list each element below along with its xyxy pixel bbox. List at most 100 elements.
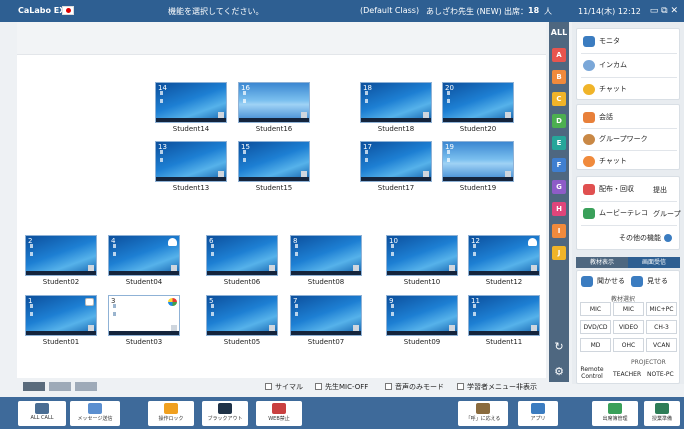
toolbar-button[interactable]: ALL CALL bbox=[18, 401, 66, 426]
student-screen-thumbnail[interactable]: 20 bbox=[442, 82, 514, 123]
student-seat[interactable]: 20 Student20 bbox=[442, 82, 518, 133]
student-name: Student13 bbox=[172, 184, 210, 192]
option-teacher-mic-off[interactable]: 先生MIC-OFF bbox=[315, 382, 368, 392]
student-seat[interactable]: 17 Student17 bbox=[360, 141, 436, 192]
student-seat[interactable]: 18 Student18 bbox=[360, 82, 436, 133]
movie-button[interactable]: ムービーテレコ bbox=[583, 205, 648, 221]
show-button[interactable]: 見せる bbox=[631, 273, 668, 289]
group-work-button[interactable]: グループワーク bbox=[583, 131, 648, 147]
group-tab-h[interactable]: H bbox=[552, 202, 566, 216]
group-tab-f[interactable]: F bbox=[552, 158, 566, 172]
group-tab-a[interactable]: A bbox=[552, 48, 566, 62]
toolbar-button[interactable]: WEB禁止 bbox=[256, 401, 302, 426]
toolbar-button[interactable]: 操作ロック bbox=[148, 401, 194, 426]
window-controls[interactable]: ▭ ⧉ ✕ bbox=[650, 6, 678, 16]
student-screen-thumbnail[interactable]: 3 bbox=[108, 295, 180, 336]
projector-teacher-button[interactable]: TEACHER bbox=[613, 371, 641, 378]
refresh-icon[interactable]: ↻ bbox=[552, 340, 566, 354]
student-seat[interactable]: 13 Student13 bbox=[155, 141, 231, 192]
student-screen-thumbnail[interactable]: 13 bbox=[155, 141, 227, 182]
group-tab-d[interactable]: D bbox=[552, 114, 566, 128]
student-screen-thumbnail[interactable]: 7 bbox=[290, 295, 362, 336]
student-seat[interactable]: 6 Student06 bbox=[206, 235, 282, 286]
group-tab-all[interactable]: ALL bbox=[550, 26, 568, 40]
student-screen-thumbnail[interactable]: 12 bbox=[468, 235, 540, 276]
remote-control-button[interactable]: Remote Control bbox=[579, 366, 605, 380]
intercom-button[interactable]: インカム bbox=[583, 57, 627, 73]
student-seat[interactable]: 2 Student02 bbox=[25, 235, 101, 286]
projector-notepc-button[interactable]: NOTE-PC bbox=[647, 371, 674, 378]
student-seat[interactable]: 16 Student16 bbox=[238, 82, 314, 133]
submit-button[interactable]: 提出 bbox=[653, 185, 667, 195]
chat-button[interactable]: チャット bbox=[583, 81, 627, 97]
group-tab-i[interactable]: I bbox=[552, 224, 566, 238]
tab-screen-receive[interactable]: 画面受信 bbox=[628, 257, 680, 268]
student-screen-thumbnail[interactable]: 18 bbox=[360, 82, 432, 123]
other-functions-button[interactable]: その他の機能 bbox=[619, 233, 672, 243]
group-tab-b[interactable]: B bbox=[552, 70, 566, 84]
group-tab-c[interactable]: C bbox=[552, 92, 566, 106]
student-screen-thumbnail[interactable]: 6 bbox=[206, 235, 278, 276]
group-chat-button[interactable]: チャット bbox=[583, 153, 627, 169]
japan-flag-icon[interactable] bbox=[62, 6, 74, 15]
toolbar-button[interactable]: 授業準備 bbox=[644, 401, 680, 426]
student-seat[interactable]: 14 Student14 bbox=[155, 82, 231, 133]
student-seat[interactable]: 12 Student12 bbox=[468, 235, 544, 286]
layout-detail-tab[interactable] bbox=[75, 382, 97, 391]
layout-list-tab[interactable] bbox=[49, 382, 71, 391]
student-screen-thumbnail[interactable]: 16 bbox=[238, 82, 310, 123]
student-screen-thumbnail[interactable]: 17 bbox=[360, 141, 432, 182]
option-hide-learner-menu[interactable]: 学習者メニュー非表示 bbox=[457, 382, 537, 392]
source-button[interactable]: VCAN bbox=[646, 338, 677, 352]
student-seat[interactable]: 15 Student15 bbox=[238, 141, 314, 192]
source-button[interactable]: MIC bbox=[613, 302, 644, 316]
student-screen-thumbnail[interactable]: 15 bbox=[238, 141, 310, 182]
group-tab-e[interactable]: E bbox=[552, 136, 566, 150]
toolbar-button[interactable]: 「呼」に応える bbox=[458, 401, 508, 426]
student-seat[interactable]: 9 Student09 bbox=[386, 295, 462, 346]
source-button[interactable]: VIDEO bbox=[613, 320, 644, 334]
source-button[interactable]: MIC bbox=[580, 302, 611, 316]
student-screen-thumbnail[interactable]: 1 bbox=[25, 295, 97, 336]
student-screen-thumbnail[interactable]: 9 bbox=[386, 295, 458, 336]
toolbar-button[interactable]: 出席簿管理 bbox=[592, 401, 638, 426]
student-seat[interactable]: 11 Student11 bbox=[468, 295, 544, 346]
gear-icon[interactable]: ⚙ bbox=[552, 365, 566, 379]
student-seat[interactable]: 3 Student03 bbox=[108, 295, 184, 346]
student-seat[interactable]: 19 Student19 bbox=[442, 141, 518, 192]
student-seat[interactable]: 1 Student01 bbox=[25, 295, 101, 346]
toolbar-button[interactable]: ブラックアウト bbox=[202, 401, 248, 426]
student-seat[interactable]: 8 Student08 bbox=[290, 235, 366, 286]
source-button[interactable]: DVD/CD bbox=[580, 320, 611, 334]
student-seat[interactable]: 10 Student10 bbox=[386, 235, 462, 286]
group-tab-j[interactable]: J bbox=[552, 246, 566, 260]
layout-grid-tab[interactable] bbox=[23, 382, 45, 391]
student-screen-thumbnail[interactable]: 5 bbox=[206, 295, 278, 336]
listen-button[interactable]: 聞かせる bbox=[581, 273, 625, 289]
attendance-icon bbox=[608, 403, 622, 414]
source-button[interactable]: OHC bbox=[613, 338, 644, 352]
student-screen-thumbnail[interactable]: 2 bbox=[25, 235, 97, 276]
meeting-button[interactable]: 会話 bbox=[583, 109, 613, 125]
option-simul[interactable]: サイマル bbox=[265, 382, 303, 392]
student-screen-thumbnail[interactable]: 8 bbox=[290, 235, 362, 276]
distribute-button[interactable]: 配布・回収 bbox=[583, 181, 634, 197]
student-seat[interactable]: 4 Student04 bbox=[108, 235, 184, 286]
tab-material[interactable]: 教材表示 bbox=[576, 257, 628, 268]
monitor-button[interactable]: モニタ bbox=[583, 33, 620, 49]
toolbar-button[interactable]: メッセージ送信 bbox=[70, 401, 120, 426]
student-screen-thumbnail[interactable]: 19 bbox=[442, 141, 514, 182]
student-seat[interactable]: 7 Student07 bbox=[290, 295, 366, 346]
source-button[interactable]: MD bbox=[580, 338, 611, 352]
group-tab-g[interactable]: G bbox=[552, 180, 566, 194]
option-audio-only[interactable]: 音声のみモード bbox=[385, 382, 444, 392]
toolbar-button[interactable]: アプリ bbox=[518, 401, 558, 426]
source-button[interactable]: MIC+PC bbox=[646, 302, 677, 316]
source-button[interactable]: CH-3 bbox=[646, 320, 677, 334]
student-screen-thumbnail[interactable]: 11 bbox=[468, 295, 540, 336]
student-screen-thumbnail[interactable]: 10 bbox=[386, 235, 458, 276]
group-button[interactable]: グループ bbox=[653, 209, 681, 219]
student-seat[interactable]: 5 Student05 bbox=[206, 295, 282, 346]
student-screen-thumbnail[interactable]: 14 bbox=[155, 82, 227, 123]
student-screen-thumbnail[interactable]: 4 bbox=[108, 235, 180, 276]
